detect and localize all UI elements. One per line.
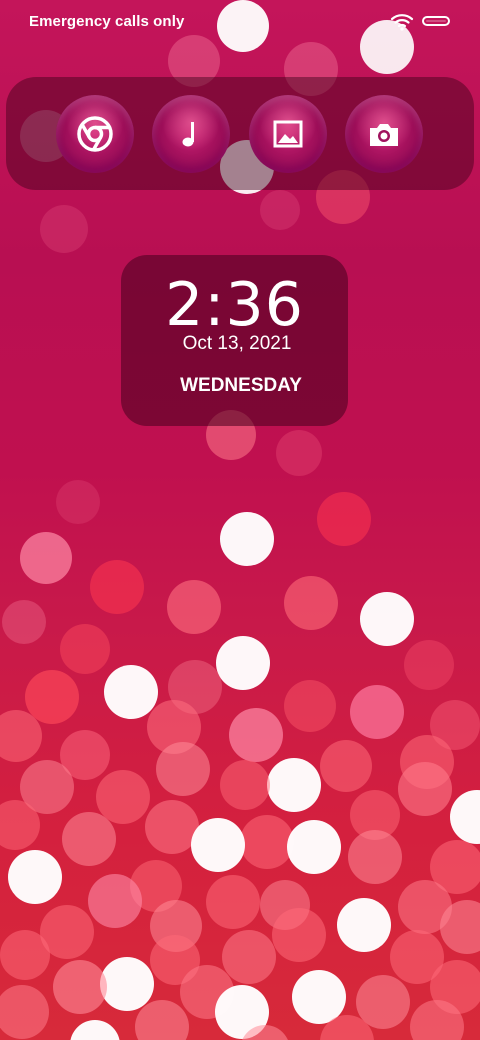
bokeh-dot: [70, 1020, 120, 1040]
chrome-icon: [77, 116, 113, 152]
bokeh-dot: [317, 492, 371, 546]
clock-day: WEDNESDAY: [180, 375, 302, 396]
bokeh-dot: [88, 874, 142, 928]
bokeh-dot: [284, 576, 338, 630]
bokeh-dot: [216, 636, 270, 690]
bokeh-dot: [104, 665, 158, 719]
bokeh-dot: [320, 740, 372, 792]
music-note-icon: [182, 122, 194, 147]
bokeh-dot: [53, 960, 107, 1014]
bokeh-dot: [60, 624, 110, 674]
bokeh-dot: [62, 812, 116, 866]
battery-icon: [422, 16, 450, 26]
gallery-app-button[interactable]: [249, 95, 327, 173]
bokeh-dot: [0, 930, 50, 980]
wifi-icon: [390, 14, 414, 31]
bokeh-dot: [56, 480, 100, 524]
music-app-button[interactable]: [152, 95, 230, 173]
bokeh-dot: [0, 985, 49, 1039]
bokeh-dot: [337, 898, 391, 952]
bokeh-dot: [360, 592, 414, 646]
bokeh-dot: [272, 908, 326, 962]
bokeh-dot: [100, 957, 154, 1011]
clock-time: 2:36: [165, 270, 304, 340]
bokeh-dot: [191, 818, 245, 872]
bokeh-dot: [348, 830, 402, 884]
bokeh-dot: [287, 820, 341, 874]
bokeh-dot: [350, 685, 404, 739]
bokeh-dot: [260, 190, 300, 230]
bokeh-dot: [8, 850, 62, 904]
bokeh-dot: [40, 205, 88, 253]
clock-widget[interactable]: 2:36 Oct 13, 2021 WEDNESDAY: [121, 255, 348, 426]
chrome-app-button[interactable]: [56, 95, 134, 173]
gallery-icon: [273, 120, 303, 148]
bokeh-dot: [240, 815, 294, 869]
bokeh-dot: [284, 680, 336, 732]
bokeh-dot: [220, 760, 270, 810]
bokeh-dot: [229, 708, 283, 762]
bokeh-dot: [398, 762, 452, 816]
bokeh-dot: [167, 580, 221, 634]
bokeh-dot: [20, 532, 72, 584]
bokeh-dot: [440, 900, 480, 954]
bokeh-dot: [222, 930, 276, 984]
bokeh-dot: [450, 790, 480, 844]
bokeh-dot: [276, 430, 322, 476]
camera-app-button[interactable]: [345, 95, 423, 173]
bokeh-dot: [220, 512, 274, 566]
bokeh-dot: [90, 560, 144, 614]
status-bar: Emergency calls only: [0, 0, 480, 44]
bokeh-dot: [2, 600, 46, 644]
camera-icon: [370, 124, 398, 146]
clock-date: Oct 13, 2021: [182, 333, 292, 354]
carrier-status-text: Emergency calls only: [29, 13, 185, 30]
app-dock: [6, 77, 474, 190]
bokeh-dot: [156, 742, 210, 796]
bokeh-dot: [267, 758, 321, 812]
bokeh-dot: [206, 875, 260, 929]
bokeh-dot: [135, 1000, 189, 1040]
bokeh-dot: [404, 640, 454, 690]
